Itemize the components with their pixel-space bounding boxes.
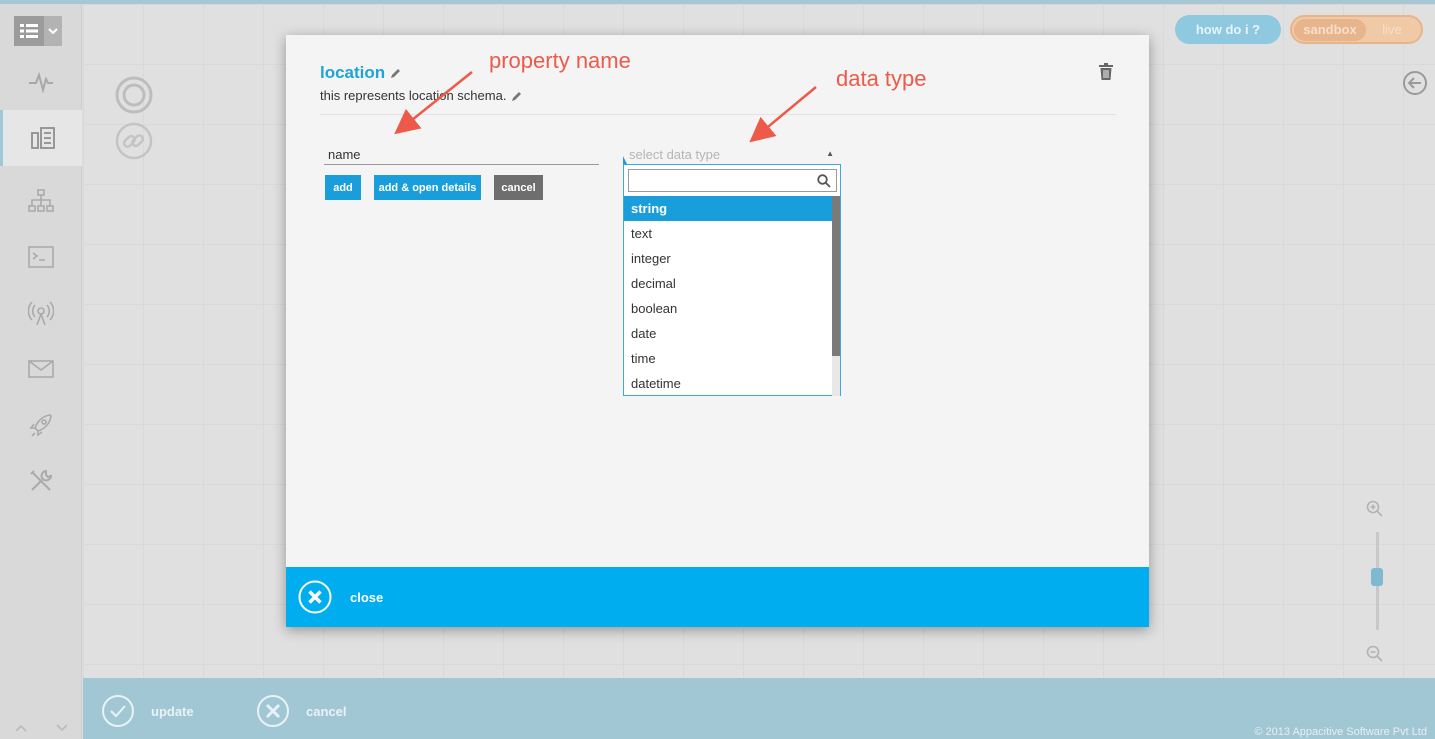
hierarchy-icon xyxy=(28,189,54,212)
rocket-icon xyxy=(29,414,52,437)
data-type-option-time[interactable]: time xyxy=(624,346,832,371)
update-button[interactable]: update xyxy=(101,694,194,728)
caret-up-icon: ▲ xyxy=(826,149,834,158)
data-type-option-text[interactable]: text xyxy=(624,221,832,246)
annotation-data-type: data type xyxy=(836,66,927,91)
zoom-out-icon[interactable] xyxy=(1366,645,1384,663)
trash-icon[interactable] xyxy=(1098,63,1114,81)
pulse-icon xyxy=(29,71,53,93)
copyright: © 2013 Appacitive Software Pvt Ltd xyxy=(1254,726,1427,738)
dropdown-scroll-thumb[interactable] xyxy=(832,196,840,356)
data-type-option-date[interactable]: date xyxy=(624,321,832,346)
schema-icon xyxy=(30,127,55,149)
sidebar-item-push[interactable] xyxy=(0,285,82,341)
edit-title-pencil-icon[interactable] xyxy=(390,67,402,79)
sidebar-item-email[interactable] xyxy=(0,341,82,397)
property-modal: location this represents location schema… xyxy=(286,35,1149,627)
property-name-input[interactable] xyxy=(324,145,599,165)
sidebar-item-deploy[interactable] xyxy=(0,397,82,453)
terminal-icon xyxy=(28,246,54,268)
chevron-down-icon xyxy=(44,16,62,46)
annotation-property-name: property name xyxy=(489,48,631,73)
check-circle-icon xyxy=(102,695,134,727)
chevron-down-icon[interactable] xyxy=(55,724,68,732)
sidebar-item-schema[interactable] xyxy=(0,110,82,166)
data-type-option-string[interactable]: string xyxy=(624,196,832,221)
sidebar-item-hierarchy[interactable] xyxy=(0,173,82,229)
cancel-button[interactable]: cancel xyxy=(494,175,543,200)
sidebar-scroll-controls xyxy=(0,717,82,739)
dropdown-scrollbar[interactable] xyxy=(832,196,840,396)
broadcast-icon xyxy=(28,301,54,326)
close-button[interactable]: close xyxy=(350,590,383,605)
select-focus-marker xyxy=(623,156,627,164)
sidebar-item-console[interactable] xyxy=(0,229,82,285)
sidebar-item-pulse[interactable] xyxy=(0,54,82,110)
mail-icon xyxy=(28,360,54,378)
data-type-select[interactable]: select data type ▲ xyxy=(623,143,840,165)
app-menu-button[interactable] xyxy=(14,16,62,46)
env-live[interactable]: live xyxy=(1366,22,1418,37)
bottom-action-bar: update cancel © 2013 Appacitive Software… xyxy=(83,678,1435,739)
close-circle-icon[interactable] xyxy=(298,580,332,614)
schema-description: this represents location schema. xyxy=(320,88,523,103)
target-circle-icon[interactable] xyxy=(114,75,154,115)
schema-title: location xyxy=(320,63,402,83)
zoom-slider-thumb[interactable] xyxy=(1371,568,1383,586)
data-type-option-boolean[interactable]: boolean xyxy=(624,296,832,321)
chevron-up-icon[interactable] xyxy=(14,724,27,732)
edit-description-pencil-icon[interactable] xyxy=(511,90,523,102)
add-button[interactable]: add xyxy=(325,175,361,200)
data-type-option-decimal[interactable]: decimal xyxy=(624,271,832,296)
sidebar xyxy=(0,4,82,739)
tools-icon xyxy=(30,469,53,491)
modal-footer: close xyxy=(286,567,1149,627)
zoom-in-icon[interactable] xyxy=(1366,500,1384,518)
back-arrow-icon[interactable] xyxy=(1402,70,1428,96)
divider xyxy=(320,114,1116,115)
list-icon xyxy=(14,16,44,46)
data-type-option-integer[interactable]: integer xyxy=(624,246,832,271)
data-type-list: string text integer decimal boolean date… xyxy=(624,196,832,396)
how-do-i-button[interactable]: how do i ? xyxy=(1175,15,1281,44)
data-type-search-input[interactable] xyxy=(628,169,837,192)
close-circle-icon xyxy=(257,695,289,727)
link-icon[interactable] xyxy=(114,121,154,161)
env-sandbox[interactable]: sandbox xyxy=(1294,18,1366,41)
search-icon xyxy=(817,174,831,188)
bottom-cancel-button[interactable]: cancel xyxy=(256,694,346,728)
data-type-option-datetime[interactable]: datetime xyxy=(624,371,832,396)
add-open-details-button[interactable]: add & open details xyxy=(374,175,481,200)
sidebar-item-settings[interactable] xyxy=(0,453,82,509)
data-type-dropdown: string text integer decimal boolean date… xyxy=(623,164,841,396)
environment-toggle[interactable]: sandbox live xyxy=(1290,15,1423,44)
